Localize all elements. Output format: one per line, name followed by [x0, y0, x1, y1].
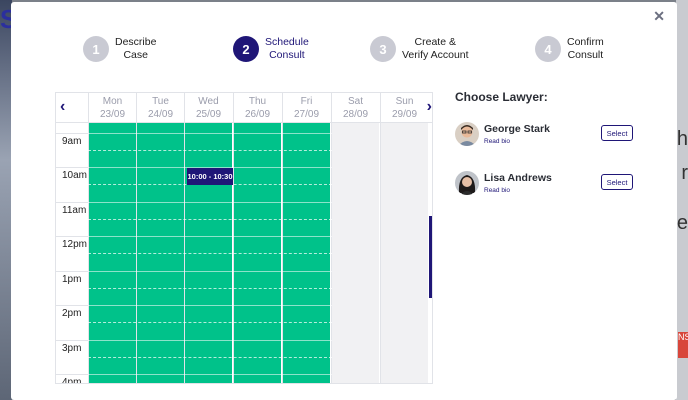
- step-number: 3: [370, 36, 396, 62]
- day-header-sun: Sun 29/09: [380, 93, 428, 123]
- calendar-scrollbar[interactable]: [429, 216, 432, 298]
- grid-line: [56, 202, 88, 203]
- close-icon[interactable]: ✕: [653, 8, 665, 25]
- read-bio-link[interactable]: Read bio: [484, 138, 510, 145]
- step-number: 4: [535, 36, 561, 62]
- lawyer-card-george-stark: George Stark Read bio Select: [455, 122, 645, 154]
- step-schedule-consult[interactable]: 2 Schedule Consult: [233, 36, 309, 62]
- lawyer-name: Lisa Andrews: [484, 172, 552, 184]
- step-number: 2: [233, 36, 259, 62]
- step-label: Describe Case: [115, 36, 157, 61]
- day-header-thu: Thu 26/09: [233, 93, 281, 123]
- time-label: 3pm: [62, 343, 82, 354]
- time-label: 2pm: [62, 308, 82, 319]
- grid-line: [380, 123, 381, 383]
- lawyer-name: George Stark: [484, 123, 550, 135]
- day-header-tue: Tue 24/09: [136, 93, 184, 123]
- lawyer-card-lisa-andrews: Lisa Andrews Read bio Select: [455, 171, 645, 203]
- grid-line: [56, 305, 88, 306]
- day-header-mon: Mon 23/09: [88, 93, 136, 123]
- step-describe-case[interactable]: 1 Describe Case: [83, 36, 156, 62]
- step-confirm-consult[interactable]: 4 Confirm Consult: [535, 36, 604, 62]
- chevron-right-icon[interactable]: ›: [427, 98, 432, 116]
- grid-line: [56, 167, 88, 168]
- chevron-left-icon[interactable]: ‹: [60, 98, 65, 116]
- grid-line: [88, 374, 332, 375]
- schedule-calendar: ‹ Mon 23/09 Tue 24/09 Wed 25/09 Thu 26/09 Fr…: [55, 92, 433, 384]
- day-column-sun: [380, 123, 428, 383]
- time-label: 10am: [62, 170, 88, 181]
- grid-line: [88, 271, 332, 272]
- grid-line: [88, 357, 332, 358]
- day-header-fri: Fri 27/09: [282, 93, 330, 123]
- select-lawyer-button[interactable]: Select: [601, 125, 633, 141]
- grid-line: [88, 219, 332, 220]
- backdrop-text: e: [676, 212, 688, 234]
- time-label: 9am: [62, 136, 82, 147]
- grid-line: [56, 340, 88, 341]
- backdrop-text: h: [676, 128, 688, 150]
- avatar: [455, 122, 479, 146]
- backdrop-button: NS: [678, 332, 688, 358]
- grid-line: [88, 133, 332, 134]
- calendar-header: ‹ Mon 23/09 Tue 24/09 Wed 25/09 Thu 26/09 Fr…: [56, 93, 432, 123]
- step-number: 1: [83, 36, 109, 62]
- step-label: Confirm Consult: [567, 36, 604, 61]
- backdrop-text: r: [681, 162, 688, 184]
- schedule-modal: ✕ 1 Describe Case 2 Schedule Consult 3 C…: [11, 2, 677, 400]
- step-label: Schedule Consult: [265, 36, 309, 61]
- time-label: 4pm: [62, 377, 82, 384]
- grid-line: [88, 288, 332, 289]
- choose-lawyer-heading: Choose Lawyer:: [455, 90, 548, 104]
- calendar-grid: 9am 10am 11am 12pm 1pm 2pm 3pm 4pm 10:00…: [56, 123, 432, 384]
- grid-line: [88, 253, 332, 254]
- grid-line: [88, 305, 332, 306]
- day-header-wed: Wed 25/09: [184, 93, 232, 123]
- grid-line: [56, 271, 88, 272]
- step-create-verify-account[interactable]: 3 Create & Verify Account: [370, 36, 469, 62]
- step-label: Create & Verify Account: [402, 36, 469, 61]
- grid-line: [88, 202, 332, 203]
- time-label: 1pm: [62, 274, 82, 285]
- grid-line: [88, 322, 332, 323]
- grid-line: [88, 340, 332, 341]
- selected-time-slot[interactable]: 10:00 - 10:30: [187, 168, 233, 185]
- select-lawyer-button[interactable]: Select: [601, 174, 633, 190]
- day-header-sat: Sat 28/09: [331, 93, 379, 123]
- grid-line: [88, 150, 332, 151]
- time-label: 12pm: [62, 239, 88, 250]
- time-label: 11am: [62, 205, 87, 216]
- grid-line: [56, 236, 88, 237]
- grid-line: [56, 374, 88, 375]
- day-column-sat: [331, 123, 379, 383]
- avatar: [455, 171, 479, 195]
- grid-line: [88, 236, 332, 237]
- read-bio-link[interactable]: Read bio: [484, 187, 510, 194]
- grid-line: [56, 133, 88, 134]
